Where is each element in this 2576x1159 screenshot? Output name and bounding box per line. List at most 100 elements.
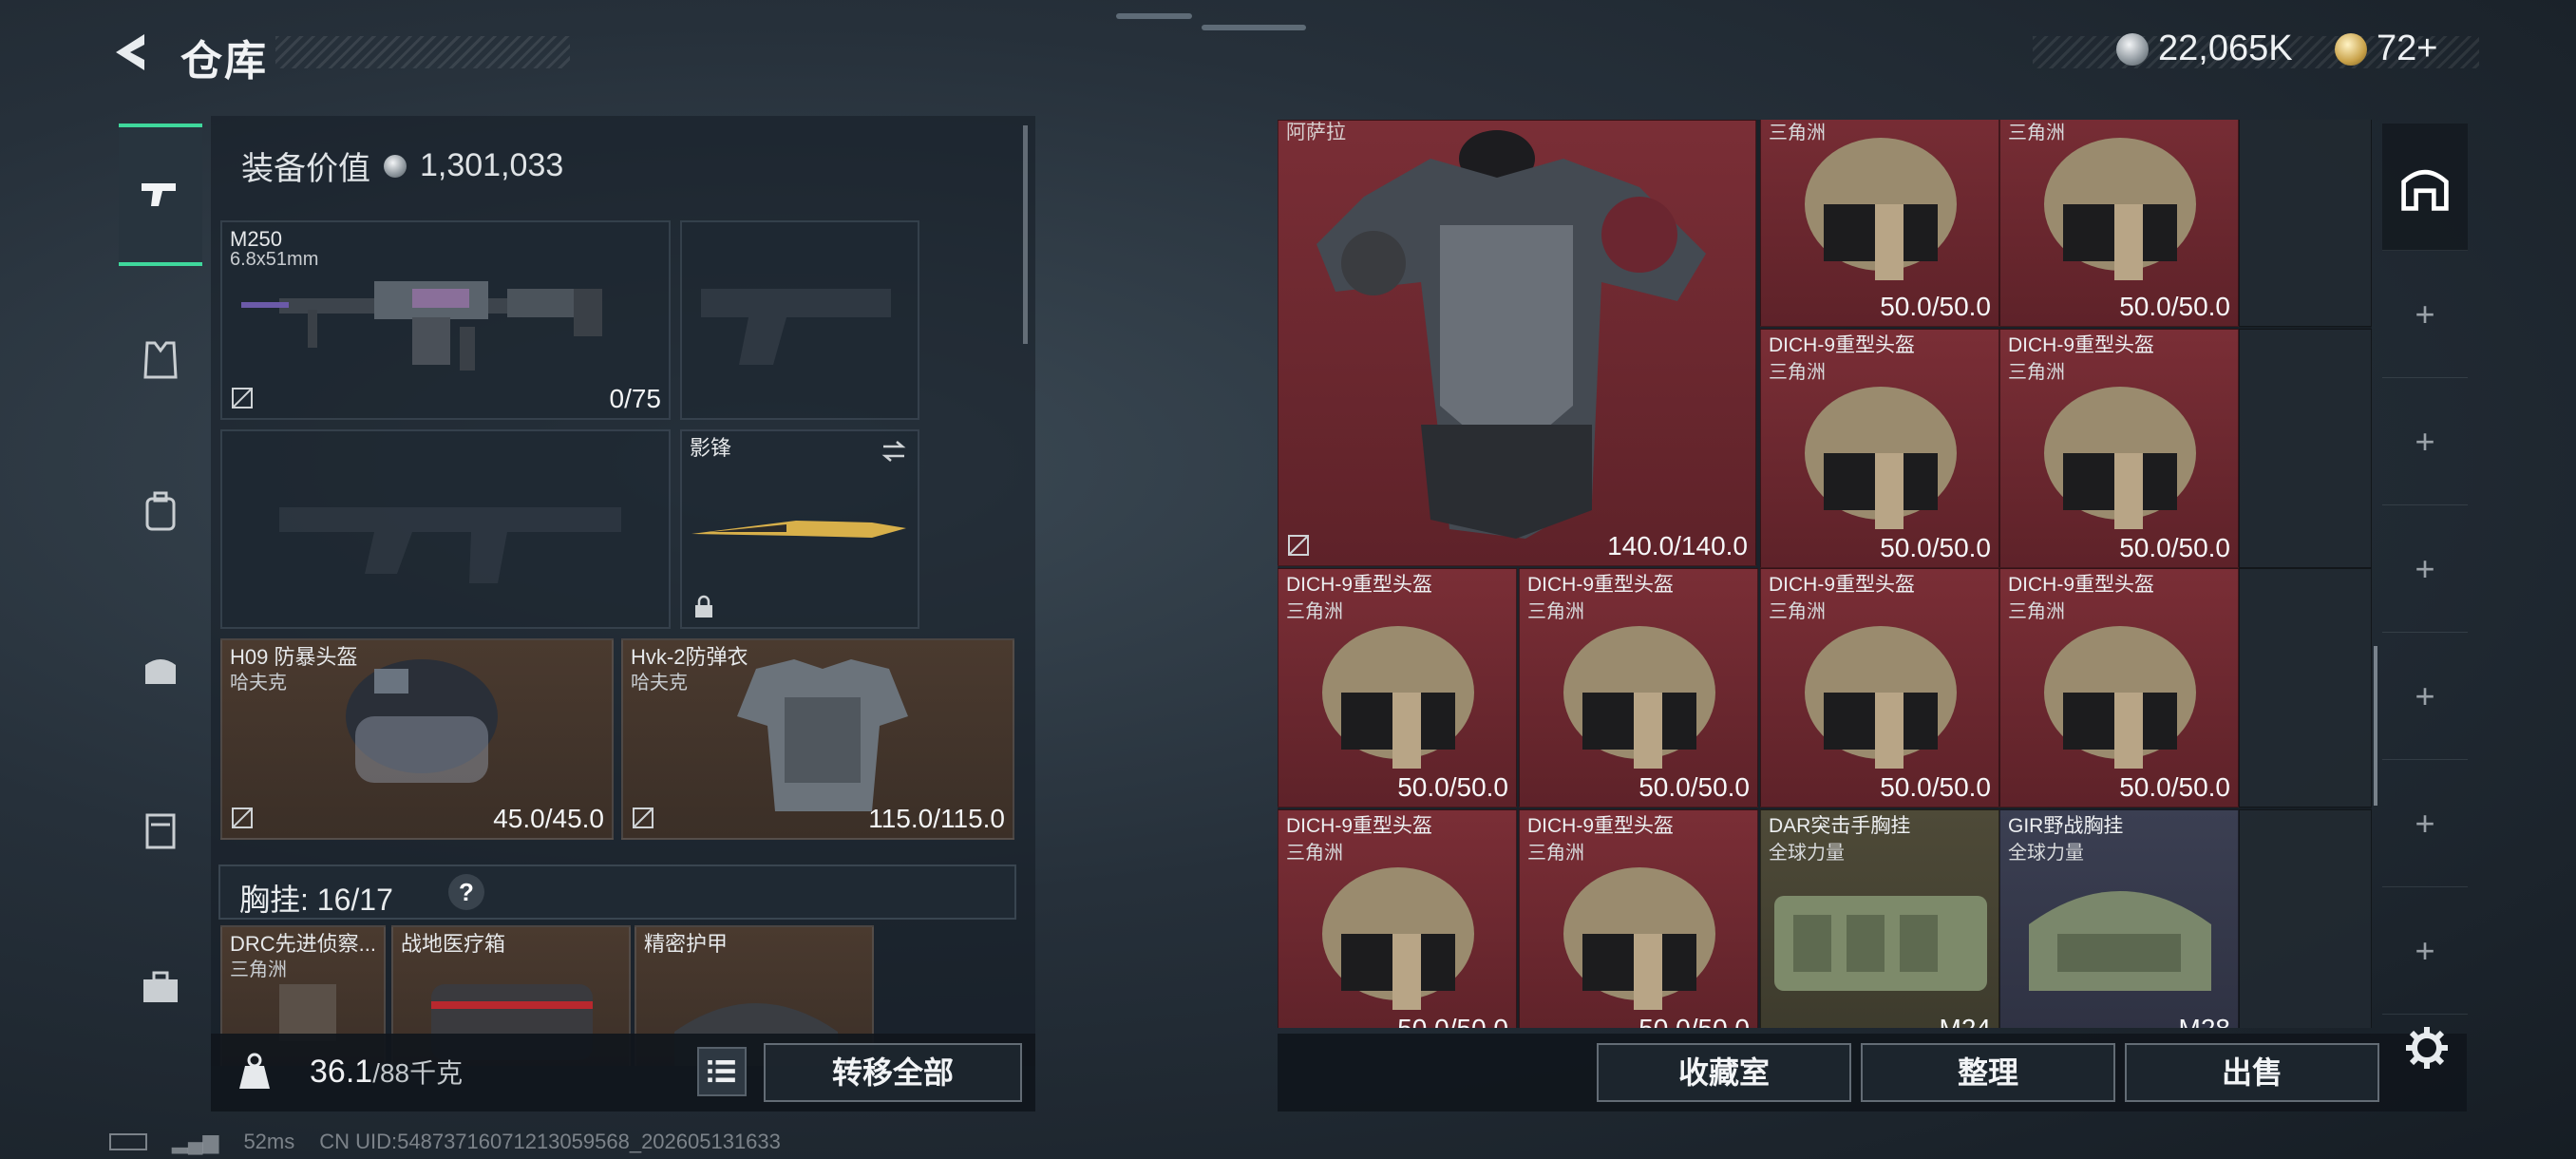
storage-tab-add[interactable]: + (2382, 251, 2468, 378)
signal-icon: ▂▄▆ (172, 1130, 219, 1153)
storage-item-helmet[interactable]: DICH-9重型头盔 三角洲 50.0/50.0 (1999, 329, 2239, 568)
storage-item-helmet[interactable]: DICH-9重型头盔 三角洲 50.0/50.0 (1278, 809, 1517, 1028)
vest-icon (143, 341, 178, 379)
item-value: M24 (1940, 1014, 1991, 1028)
storage-tab-add[interactable]: + (2382, 378, 2468, 505)
storage-item-helmet[interactable]: 三角洲 50.0/50.0 (1760, 120, 1999, 327)
unlocked-icon (232, 808, 253, 828)
item-durability: 50.0/50.0 (2119, 533, 2230, 562)
storage-item-chest-rig[interactable]: GIR野战胸挂 全球力量 M28 (1999, 809, 2239, 1028)
storage-item-helmet[interactable]: DICH-9重型头盔 三角洲 50.0/50.0 (1760, 329, 1999, 568)
list-icon (708, 1060, 735, 1083)
top-bar: 仓库 22,065K 72+ (0, 0, 2576, 104)
rifle-silhouette-icon (279, 507, 621, 583)
empty-cell[interactable] (2239, 809, 2372, 1028)
storage-item-helmet[interactable]: DICH-9重型头盔 三角洲 50.0/50.0 (1278, 568, 1517, 808)
collection-room-button[interactable]: 收藏室 (1597, 1043, 1851, 1102)
user-uid: CN UID:548737160712130595​68_20260513163… (319, 1130, 781, 1153)
equip-value-label: 装备价值 (241, 151, 370, 187)
rail-case-tab[interactable] (119, 945, 202, 1029)
item-durability: 50.0/50.0 (2119, 292, 2230, 321)
carry-weight: 36.1/88千克 (310, 1053, 463, 1091)
melee-slot[interactable]: 影锋 (680, 429, 919, 629)
rail-weapons-tab[interactable] (119, 124, 202, 266)
heavy-helmet-icon (1563, 867, 1715, 1010)
storage-scrollbar[interactable] (2374, 646, 2377, 806)
secondary-weapon-slot[interactable] (220, 429, 671, 629)
rail-backpack-tab[interactable] (119, 470, 202, 554)
storage-tab-add[interactable]: + (2382, 505, 2468, 633)
heavy-armor-icon (1316, 130, 1706, 539)
armor-durability: 115.0/115.0 (868, 804, 1005, 833)
storage-item-helmet[interactable]: DICH-9重型头盔 三角洲 50.0/50.0 (1519, 568, 1758, 808)
item-value: M28 (2179, 1014, 2230, 1028)
silver-currency-value: 22,065K (2158, 28, 2293, 68)
help-icon[interactable]: ? (448, 874, 484, 910)
helmet-slot[interactable]: H09 防暴头盔 哈夫克 45.0/45.0 (220, 638, 614, 840)
equip-value-amount: 1,301,033 (420, 147, 564, 183)
rail-armor-tab[interactable] (119, 318, 202, 402)
toolbox-icon (143, 971, 178, 1002)
item-durability: 50.0/50.0 (1880, 292, 1991, 321)
empty-cell[interactable] (2239, 568, 2372, 808)
ping-value: 52ms (243, 1130, 295, 1153)
battery-icon (109, 1133, 147, 1150)
page-title: 仓库 (180, 38, 268, 85)
storage-tab-add[interactable]: + (2382, 760, 2468, 887)
rail-container-tab[interactable] (119, 788, 202, 872)
storage-item-helmet[interactable]: DICH-9重型头盔 三角洲 50.0/50.0 (1999, 568, 2239, 808)
storage-item-helmet[interactable]: DICH-9重型头盔 三角洲 50.0/50.0 (1760, 568, 1999, 808)
item-durability: 50.0/50.0 (1638, 772, 1750, 802)
storage-grid: 阿萨拉 140.0/140.0 三角洲 50.0/50.0 三角洲 50.0/5… (1278, 120, 2372, 1028)
storage-item-helmet[interactable]: DICH-9重型头盔 三角洲 50.0/50.0 (1519, 809, 1758, 1028)
chest-rig-count: 16/17 (316, 883, 393, 917)
helmet-durability: 45.0/45.0 (493, 804, 604, 833)
weapon-ammo: 0/75 (609, 384, 662, 413)
primary-weapon-slot[interactable]: M250 6.8x51mm 0/75 (220, 220, 671, 420)
chest-rig-icon (1774, 896, 1987, 991)
backpack-icon (145, 491, 176, 531)
gear-icon (2406, 1027, 2448, 1069)
storage-item-chest-rig[interactable]: DAR突击手胸挂 全球力量 M24 (1760, 809, 1999, 1028)
storage-tab-main[interactable] (2382, 124, 2468, 251)
pistol-silhouette-icon (701, 289, 891, 365)
empty-cell[interactable] (2239, 329, 2372, 568)
back-button[interactable] (106, 28, 152, 76)
item-durability: 140.0/140.0 (1607, 531, 1748, 560)
carry-weight-current: 36.1 (310, 1054, 373, 1090)
gold-coin-icon (2335, 32, 2367, 66)
armor-slot[interactable]: Hvk-2防弹衣 哈夫克 115.0/115.0 (621, 638, 1014, 840)
loadout-bottom-bar: 36.1/88千克 转移全部 (211, 1034, 1035, 1112)
bag-icon (145, 659, 176, 684)
container-icon (145, 813, 176, 849)
silver-currency[interactable]: 22,065K (2116, 28, 2293, 69)
transfer-all-button[interactable]: 转移全部 (764, 1043, 1022, 1102)
storage-item-helmet[interactable]: 三角洲 50.0/50.0 (1999, 120, 2239, 327)
list-view-button[interactable] (697, 1047, 747, 1096)
gold-currency[interactable]: 72+ (2335, 28, 2437, 69)
organize-button[interactable]: 整理 (1861, 1043, 2115, 1102)
loadout-scrollbar[interactable] (1023, 125, 1028, 344)
item-durability: 50.0/50.0 (1397, 772, 1508, 802)
heavy-helmet-icon (1322, 867, 1474, 1010)
chest-rig-header: 胸挂: 16/17 ? (218, 864, 1016, 920)
unlocked-icon (633, 808, 653, 828)
chest-rig-label: 胸挂: 16/17 (239, 883, 393, 917)
storage-tab-add[interactable]: + (2382, 633, 2468, 760)
weight-icon (239, 1053, 270, 1089)
item-durability: 50.0/50.0 (1397, 1014, 1508, 1028)
machine-gun-icon (241, 281, 602, 370)
settings-button[interactable] (2403, 1024, 2451, 1072)
chest-rig-icon (2029, 891, 2211, 991)
storage-tab-add[interactable]: + (2382, 887, 2468, 1015)
item-durability: 50.0/50.0 (1880, 772, 1991, 802)
rail-bag-tab[interactable] (119, 627, 202, 711)
gold-currency-value: 72+ (2377, 28, 2438, 68)
empty-cell[interactable] (2239, 120, 2372, 327)
storage-item-armor[interactable]: 阿萨拉 140.0/140.0 (1278, 120, 1756, 566)
title-decoration (275, 36, 570, 68)
pistol-slot[interactable] (680, 220, 919, 420)
storage-tabs: + + + + + + (2382, 124, 2468, 1016)
sell-button[interactable]: 出售 (2125, 1043, 2379, 1102)
storage-bottom-bar: 收藏室 整理 出售 (1278, 1034, 2467, 1112)
